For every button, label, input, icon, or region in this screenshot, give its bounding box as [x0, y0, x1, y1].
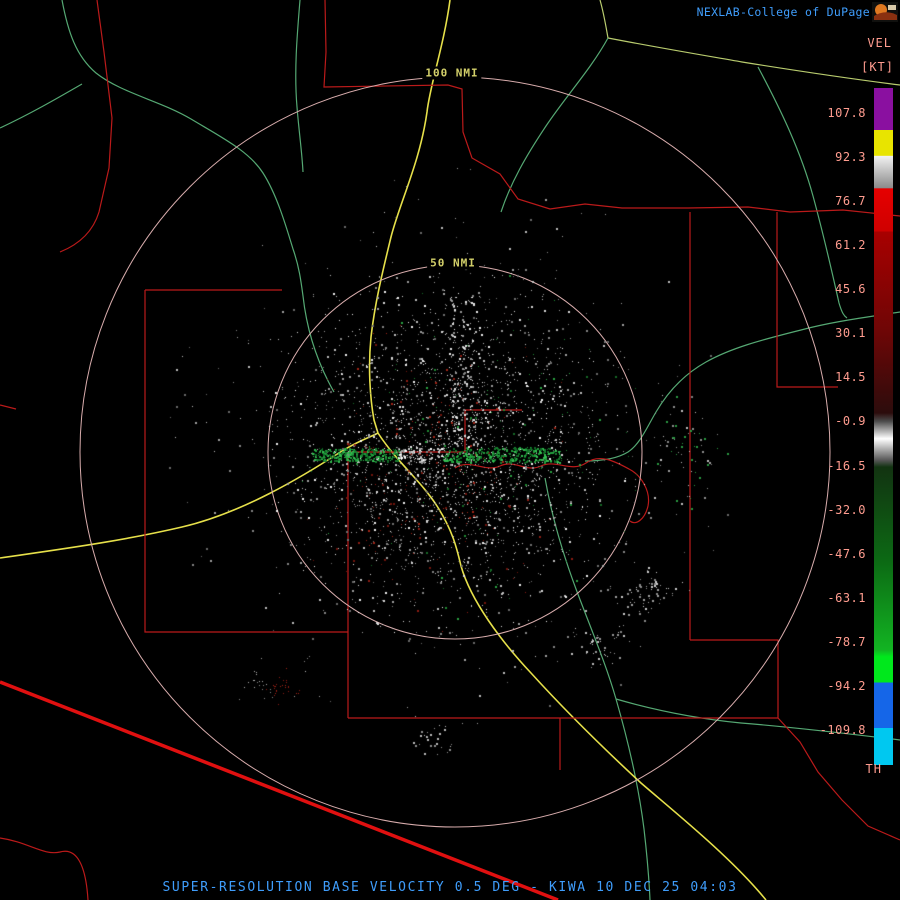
colorbar-title: VEL: [867, 36, 892, 50]
colorbar-tick: 45.6: [835, 282, 866, 297]
colorbar-tick: 14.5: [835, 370, 866, 385]
colorbar-threshold-label: TH: [865, 762, 882, 776]
colorbar-tick: -0.9: [835, 414, 866, 429]
radar-echo-layer: [0, 0, 900, 900]
colorbar-tick: 107.8: [827, 106, 866, 120]
colorbar-tick: 92.3: [835, 150, 866, 165]
colorbar-tick: -47.6: [827, 546, 866, 561]
colorbar-tick: -109.8: [819, 722, 866, 737]
product-caption: SUPER-RESOLUTION BASE VELOCITY 0.5 DEG -…: [162, 880, 738, 895]
colorbar-tick: 61.2: [835, 238, 866, 253]
colorbar-tick: -78.7: [827, 634, 866, 649]
radar-display: 100 NMI 50 NMI NEXLAB-College of DuPage V…: [0, 0, 900, 900]
colorbar-tick: 76.7: [835, 194, 866, 209]
colorbar-units: [KT]: [861, 60, 894, 74]
cod-logo: [872, 2, 898, 22]
colorbar-tick: -63.1: [827, 590, 866, 605]
velocity-colorbar: [874, 88, 893, 765]
colorbar-tick: -94.2: [827, 678, 866, 693]
attribution-title: NEXLAB-College of DuPage: [696, 5, 870, 19]
colorbar-tick: 30.1: [835, 326, 866, 341]
colorbar-tick: -32.0: [827, 502, 866, 517]
colorbar-tick: -16.5: [827, 458, 866, 473]
